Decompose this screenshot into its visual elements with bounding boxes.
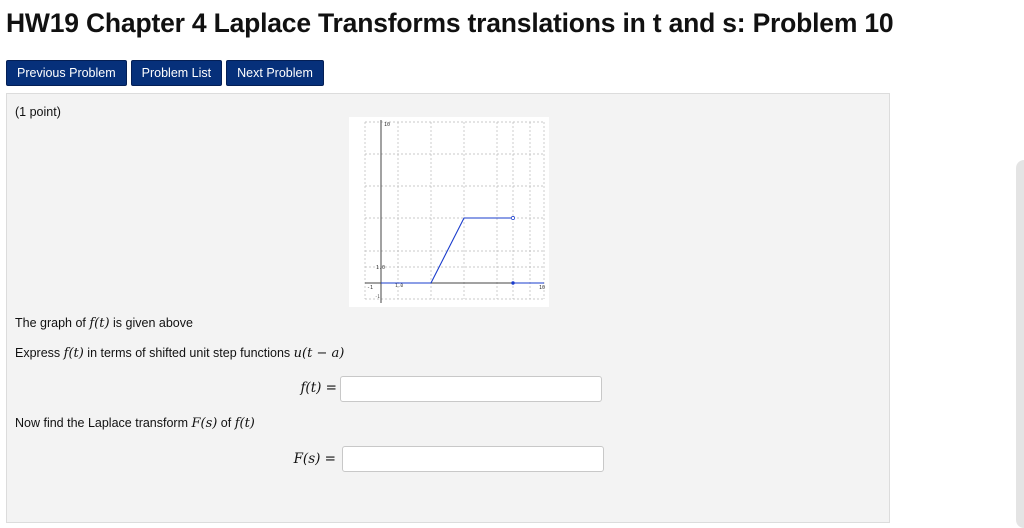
laplace-math-F: F(s)	[191, 416, 218, 431]
express-text-mid: in terms of shifted unit step functions	[83, 346, 294, 360]
closed-endpoint	[511, 281, 515, 285]
x-right-label: 10	[539, 285, 545, 291]
laplace-text: Now find the Laplace transform	[15, 416, 192, 430]
laplace-text-of: of	[217, 416, 235, 430]
answer2-label: F(s) =	[293, 451, 336, 467]
express-text: Express	[15, 346, 64, 360]
caption-text-end: is given above	[109, 316, 193, 330]
open-endpoint	[511, 216, 515, 220]
graph-caption: The graph of f(t) is given above	[15, 316, 193, 331]
edge-panel	[1016, 160, 1024, 528]
problem-panel: (1 point) 10 1.0 -1 1.0 10 -1 The graph …	[6, 93, 890, 523]
laplace-math-f: f(t)	[234, 416, 255, 431]
problem-list-button[interactable]: Problem List	[130, 60, 223, 86]
caption-math: f(t)	[89, 316, 110, 331]
express-math-step: u(t − a)	[293, 346, 345, 361]
caption-text: The graph of	[15, 316, 90, 330]
answer1-label: f(t) =	[300, 380, 337, 396]
laplace-instruction: Now find the Laplace transform F(s) of f…	[15, 416, 255, 431]
express-instruction: Express f(t) in terms of shifted unit st…	[15, 346, 344, 361]
next-problem-button[interactable]: Next Problem	[226, 60, 324, 86]
ft-answer-input[interactable]	[340, 376, 602, 402]
graph-background	[349, 117, 549, 307]
previous-problem-button[interactable]: Previous Problem	[6, 60, 127, 86]
problem-nav: Previous Problem Problem List Next Probl…	[6, 60, 324, 86]
page-title: HW19 Chapter 4 Laplace Transforms transl…	[6, 8, 894, 38]
y-top-label: 10	[384, 122, 390, 128]
x-left-label: -1	[367, 285, 373, 291]
y-bottom-label: -1	[375, 294, 380, 299]
express-math-f: f(t)	[63, 346, 84, 361]
y-mid-label: 1.0	[376, 265, 385, 271]
points-label: (1 point)	[15, 105, 61, 119]
fs-answer-input[interactable]	[342, 446, 604, 472]
function-graph: 10 1.0 -1 1.0 10 -1	[349, 117, 549, 307]
x-tick-label: 1.0	[395, 283, 403, 289]
